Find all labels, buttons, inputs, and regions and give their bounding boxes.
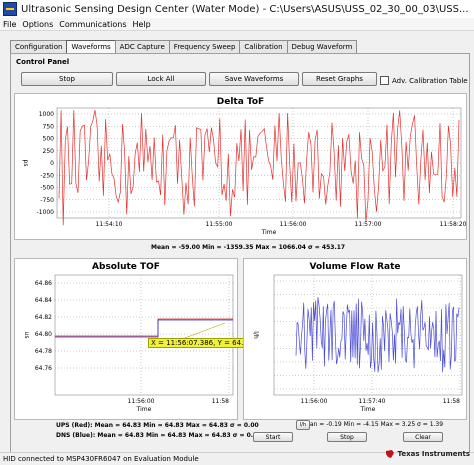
stop-button[interactable]: Stop [21,72,113,86]
x-tick-label: 11:57:40 [359,398,386,405]
menu-communications[interactable]: Communications [56,20,129,29]
adv-calibration-checkbox[interactable] [380,76,389,85]
plot-area [54,274,234,396]
x-tick-label: 11:58 [212,398,229,405]
y-tick-label: 64.76 [35,365,52,372]
flow-stop-button[interactable]: Stop [327,432,367,442]
menu-bar: File Options Communications Help [0,18,474,31]
adv-calibration-label: Adv. Calibration Table [392,76,468,85]
x-tick-label: 11:58:20 [440,221,466,228]
flow-clear-button[interactable]: Clear [403,432,443,442]
title-bar: Ultrasonic Sensing Design Center (Water … [0,0,474,19]
volume-flow-chart[interactable]: Volume Flow Rate 11:56:00 11:57:40 11:58 Ti… [243,258,467,420]
y-tick-label: 64.82 [35,314,52,321]
window-title: Ultrasonic Sensing Design Center (Water … [21,3,469,15]
flow-units-value: l/h [299,422,307,428]
tab-waveforms[interactable]: Waveforms [66,40,116,53]
waveforms-panel: Control Panel Stop Lock All Save Wavefor… [10,53,470,459]
tab-calibration[interactable]: Calibration [239,40,288,53]
x-axis-label: Time [360,406,376,413]
tab-debug-waveform[interactable]: Debug Waveform [286,40,358,53]
y-tick-label: -500 [40,185,54,192]
flow-start-button[interactable]: Start [253,432,293,442]
y-tick-label: -250 [40,172,54,179]
reset-graphs-button[interactable]: Reset Graphs [302,72,377,86]
volume-flow-stats: Mean = -0.19 Min = -4.15 Max = 3.25 σ = … [301,421,444,428]
y-axis-label: us [23,332,30,339]
control-panel-title: Control Panel [16,58,70,66]
delta-tof-chart[interactable]: Delta ToF 1000 750 500 250 0 -250 -500 -750 -100… [14,93,467,240]
connection-status: HID connected to MSP430FR6047 on Evaluat… [3,455,199,463]
x-tick-label: 11:54:10 [96,221,123,228]
delta-tof-stats: Mean = -59.00 Min = -1359.35 Max = 1066.… [151,244,346,251]
menu-help[interactable]: Help [130,20,154,29]
y-tick-label: 64.84 [35,297,52,304]
delta-tof-plot: 1000 750 500 250 0 -250 -500 -750 -1000 11:54:10 1… [22,107,466,236]
y-tick-label: 64.78 [35,348,52,355]
adv-calibration-toggle[interactable]: Adv. Calibration Table [380,76,468,85]
ti-logo-icon [386,450,395,458]
app-icon [3,2,17,16]
tooltip-readout: X = 11:56:07.386, Y = 64.61 [148,338,256,348]
tab-configuration[interactable]: Configuration [10,40,68,53]
x-axis-label: Time [261,229,277,236]
x-tick-label: 11:56:00 [301,398,328,405]
y-tick-label: 1000 [39,111,54,118]
y-tick-label: 500 [43,136,55,143]
tab-strip: Configuration Waveforms ADC Capture Freq… [10,40,358,53]
flow-units-select[interactable]: l/h [296,420,310,430]
ti-brand-text: Texas Instruments [397,450,470,458]
y-axis-label: l/h [252,331,259,339]
ti-logo: Texas Instruments [385,449,470,459]
x-tick-label: 11:55:00 [206,221,233,228]
x-tick-label: 11:56:00 [280,221,307,228]
ups-stats: UPS (Red): Mean = 64.83 Min = 64.83 Max … [56,422,259,429]
y-tick-label: 0 [50,160,54,167]
x-tick-label: 11:58 [443,398,460,405]
lock-all-button[interactable]: Lock All [116,72,206,86]
volume-flow-plot: 11:56:00 11:57:40 11:58 Time l/h [252,274,463,413]
y-tick-label: 250 [43,148,55,155]
y-axis-label: ps [22,160,29,167]
save-waveforms-button[interactable]: Save Waveforms [209,72,299,86]
x-tick-label: 11:56:00 [128,398,155,405]
tab-adc-capture[interactable]: ADC Capture [114,40,170,53]
x-tick-label: 11:57:00 [355,221,382,228]
absolute-tof-chart[interactable]: Absolute TOF 64.86 64.84 64.82 64.80 64.78 64… [14,258,256,420]
y-tick-label: 750 [43,123,55,130]
dns-stats: DNS (Blue): Mean = 64.83 Min = 64.83 Max… [56,432,262,439]
menu-file[interactable]: File [0,20,19,29]
tab-frequency-sweep[interactable]: Frequency Sweep [168,40,241,53]
y-tick-label: 64.80 [35,331,52,338]
menu-options[interactable]: Options [19,20,56,29]
y-tick-label: 64.86 [35,280,52,287]
y-tick-label: -1000 [37,209,55,216]
x-axis-label: Time [136,406,152,413]
y-tick-label: -750 [40,197,54,204]
